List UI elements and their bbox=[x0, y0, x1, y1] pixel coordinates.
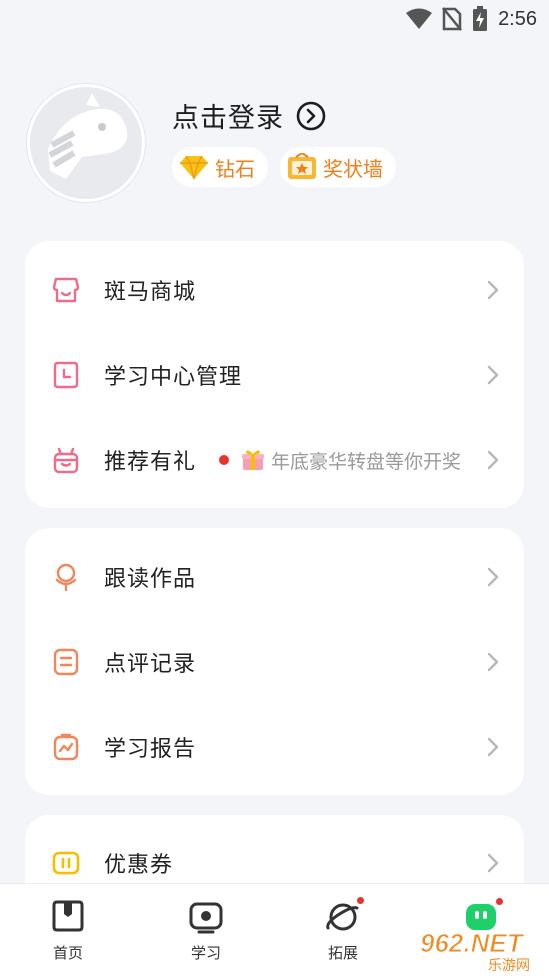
battery-charging-icon bbox=[473, 6, 488, 31]
tab-label: 拓展 bbox=[327, 944, 358, 962]
zebra-avatar-icon bbox=[48, 93, 128, 179]
tab-label: 首页 bbox=[52, 944, 83, 962]
gift-icon bbox=[53, 447, 79, 474]
chevron-right-icon bbox=[487, 567, 499, 587]
menu-item-report[interactable]: 学习报告 bbox=[25, 704, 524, 790]
mine-red-dot bbox=[494, 896, 505, 907]
chevron-right-icon bbox=[487, 737, 499, 757]
avatar[interactable] bbox=[27, 84, 145, 202]
store-icon bbox=[52, 277, 80, 303]
clock-icon bbox=[53, 361, 79, 389]
menu-item-read-along[interactable]: 跟读作品 bbox=[25, 534, 524, 620]
menu-label: 跟读作品 bbox=[104, 567, 197, 592]
menu-item-referral[interactable]: 推荐有礼 年底豪华转盘等你开奖 bbox=[25, 417, 524, 503]
menu-card-primary: 斑马商城 学习中心管理 推荐有礼 年底豪华转盘等你开奖 bbox=[25, 241, 524, 508]
microphone-icon bbox=[55, 563, 77, 592]
promo-text: 年底豪华转盘等你开奖 bbox=[271, 450, 462, 473]
report-icon bbox=[53, 733, 79, 761]
site-watermark: 962.NET 乐游网 bbox=[420, 928, 531, 973]
coupon-icon bbox=[52, 851, 80, 875]
chevron-right-icon bbox=[487, 365, 499, 385]
tab-home[interactable]: 首页 bbox=[8, 884, 128, 976]
diamond-label: 钻石 bbox=[215, 156, 255, 181]
login-label[interactable]: 点击登录 bbox=[172, 96, 284, 135]
menu-label: 学习中心管理 bbox=[104, 365, 243, 390]
tab-label: 学习 bbox=[190, 944, 221, 962]
chevron-right-icon bbox=[487, 853, 499, 873]
chevron-right-icon bbox=[487, 280, 499, 300]
menu-label: 学习报告 bbox=[104, 737, 197, 762]
explore-red-dot bbox=[355, 895, 366, 906]
no-sim-icon bbox=[442, 7, 463, 31]
study-play-icon bbox=[189, 902, 223, 934]
menu-item-learning-center[interactable]: 学习中心管理 bbox=[25, 332, 524, 418]
chevron-right-icon bbox=[487, 450, 499, 470]
status-time: 2:56 bbox=[498, 7, 537, 30]
wifi-icon bbox=[406, 8, 433, 29]
comment-record-icon bbox=[53, 648, 79, 676]
diamond-badge[interactable]: 钻石 bbox=[172, 147, 268, 187]
chevron-right-icon bbox=[487, 652, 499, 672]
certificate-label: 奖状墙 bbox=[323, 156, 383, 181]
menu-label: 推荐有礼 bbox=[104, 450, 197, 475]
menu-label: 点评记录 bbox=[104, 652, 197, 677]
certificate-icon bbox=[288, 153, 316, 179]
menu-card-records: 跟读作品 点评记录 学习报告 bbox=[25, 528, 524, 795]
watermark-text: 962.NET bbox=[420, 928, 525, 958]
referral-promo[interactable]: 年底豪华转盘等你开奖 bbox=[219, 447, 461, 474]
status-bar: 2:56 bbox=[0, 0, 549, 38]
diamond-icon bbox=[180, 155, 208, 180]
certificate-badge[interactable]: 奖状墙 bbox=[280, 147, 396, 187]
tab-study[interactable]: 学习 bbox=[146, 884, 266, 976]
login-row[interactable]: 点击登录 bbox=[172, 96, 326, 135]
home-book-icon bbox=[52, 900, 84, 932]
gift-box-emoji-icon bbox=[242, 450, 264, 470]
menu-label: 斑马商城 bbox=[104, 280, 197, 305]
tab-explore[interactable]: 拓展 bbox=[283, 884, 403, 976]
promo-red-dot bbox=[219, 455, 229, 465]
menu-label: 优惠券 bbox=[104, 853, 174, 878]
menu-item-reviews[interactable]: 点评记录 bbox=[25, 619, 524, 705]
chevron-circle-right-icon[interactable] bbox=[296, 101, 326, 131]
watermark-subtext: 乐游网 bbox=[488, 958, 530, 972]
badge-row: 钻石 奖状墙 bbox=[172, 147, 396, 187]
menu-item-mall[interactable]: 斑马商城 bbox=[25, 247, 524, 333]
